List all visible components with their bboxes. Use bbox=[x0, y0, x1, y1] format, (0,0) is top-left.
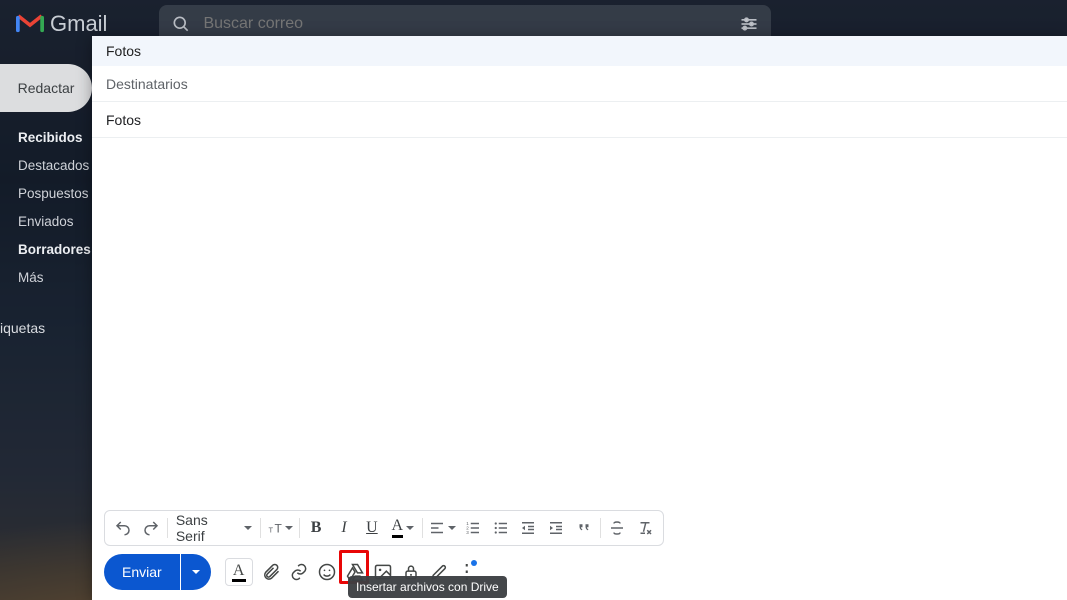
text-color-button[interactable]: A bbox=[386, 514, 420, 542]
link-icon bbox=[289, 562, 309, 582]
quote-icon bbox=[575, 519, 593, 537]
numbered-list-icon: 123 bbox=[464, 519, 482, 537]
recipients-row[interactable]: Destinatarios bbox=[92, 66, 1067, 102]
compose-title: Fotos bbox=[106, 43, 141, 59]
align-button[interactable] bbox=[425, 514, 459, 542]
italic-button[interactable]: I bbox=[330, 514, 358, 542]
sidebar-item-starred[interactable]: Destacados bbox=[0, 152, 92, 180]
search-input[interactable] bbox=[203, 15, 727, 33]
sidebar-item-snoozed[interactable]: Pospuestos bbox=[0, 180, 92, 208]
compose-button[interactable]: Redactar bbox=[0, 64, 92, 112]
numbered-list-button[interactable]: 123 bbox=[459, 514, 487, 542]
indent-more-icon bbox=[547, 519, 565, 537]
redo-button[interactable] bbox=[137, 514, 165, 542]
redo-icon bbox=[142, 519, 160, 537]
send-label: Enviar bbox=[122, 564, 162, 580]
sidebar-item-label: Más bbox=[18, 270, 44, 285]
font-size-select[interactable]: TT bbox=[263, 514, 297, 542]
bulleted-list-button[interactable] bbox=[487, 514, 515, 542]
font-family-label: Sans Serif bbox=[176, 512, 240, 544]
sidebar-item-more[interactable]: Más bbox=[0, 264, 92, 292]
sidebar-item-label: Destacados bbox=[18, 158, 89, 173]
send-row: Enviar A bbox=[92, 552, 1067, 600]
undo-button[interactable] bbox=[109, 514, 137, 542]
chevron-down-icon bbox=[406, 526, 414, 530]
separator bbox=[260, 518, 261, 538]
svg-text:3: 3 bbox=[466, 530, 469, 535]
send-button[interactable]: Enviar bbox=[104, 554, 180, 590]
tooltip-text: Insertar archivos con Drive bbox=[356, 580, 499, 594]
separator bbox=[422, 518, 423, 538]
sidebar-item-label: Recibidos bbox=[18, 130, 83, 145]
search-icon bbox=[171, 14, 191, 34]
bold-icon: B bbox=[311, 519, 322, 537]
send-button-group: Enviar bbox=[104, 554, 211, 590]
labels-header-text: iquetas bbox=[0, 320, 45, 336]
notification-badge bbox=[471, 560, 477, 566]
chevron-down-icon bbox=[285, 526, 293, 530]
indent-less-icon bbox=[519, 519, 537, 537]
sidebar-item-label: Pospuestos bbox=[18, 186, 89, 201]
gmail-logo[interactable]: Gmail bbox=[16, 11, 107, 37]
sidebar-item-inbox[interactable]: Recibidos bbox=[0, 124, 92, 152]
recipients-placeholder: Destinatarios bbox=[106, 76, 188, 92]
subject-row[interactable]: Fotos bbox=[92, 102, 1067, 138]
font-family-select[interactable]: Sans Serif bbox=[170, 514, 258, 542]
svg-text:T: T bbox=[275, 522, 283, 536]
format-toolbar: Sans Serif TT B I U A 123 bbox=[104, 510, 664, 546]
formatting-toggle-button[interactable]: A bbox=[225, 558, 253, 586]
paperclip-icon bbox=[261, 562, 281, 582]
bulleted-list-icon bbox=[492, 519, 510, 537]
sidebar: Redactar Recibidos Destacados Pospuestos… bbox=[0, 60, 92, 342]
bold-button[interactable]: B bbox=[302, 514, 330, 542]
quote-button[interactable] bbox=[570, 514, 598, 542]
compose-body[interactable] bbox=[92, 138, 1067, 510]
underline-button[interactable]: U bbox=[358, 514, 386, 542]
subject-text: Fotos bbox=[106, 112, 141, 128]
separator bbox=[299, 518, 300, 538]
chevron-down-icon bbox=[192, 570, 200, 574]
sidebar-labels-header: iquetas bbox=[0, 314, 92, 342]
gmail-wordmark: Gmail bbox=[50, 11, 107, 37]
insert-link-button[interactable] bbox=[285, 554, 313, 590]
svg-text:T: T bbox=[269, 526, 274, 535]
compose-title-bar[interactable]: Fotos bbox=[92, 36, 1067, 66]
underline-bar bbox=[232, 579, 246, 582]
sidebar-item-label: Enviados bbox=[18, 214, 74, 229]
drive-tooltip: Insertar archivos con Drive bbox=[348, 576, 507, 598]
font-size-icon: TT bbox=[267, 519, 285, 537]
undo-icon bbox=[114, 519, 132, 537]
text-a-icon: A bbox=[233, 563, 245, 579]
sidebar-item-label: Borradores bbox=[18, 242, 91, 257]
sidebar-item-drafts[interactable]: Borradores bbox=[0, 236, 92, 264]
chevron-down-icon bbox=[448, 526, 456, 530]
attach-button[interactable] bbox=[257, 554, 285, 590]
strikethrough-button[interactable] bbox=[603, 514, 631, 542]
gmail-m-icon bbox=[16, 13, 44, 35]
sidebar-item-sent[interactable]: Enviados bbox=[0, 208, 92, 236]
italic-icon: I bbox=[341, 519, 346, 537]
compose-label: Redactar bbox=[18, 80, 75, 96]
align-left-icon bbox=[428, 519, 446, 537]
send-options-button[interactable] bbox=[181, 554, 211, 590]
strikethrough-icon bbox=[608, 519, 626, 537]
chevron-down-icon bbox=[244, 526, 252, 530]
remove-format-button[interactable] bbox=[631, 514, 659, 542]
indent-more-button[interactable] bbox=[542, 514, 570, 542]
insert-emoji-button[interactable] bbox=[313, 554, 341, 590]
tune-icon[interactable] bbox=[739, 14, 759, 34]
text-color-icon: A bbox=[392, 518, 404, 538]
compose-window: Fotos Destinatarios Fotos Sans Serif TT … bbox=[92, 36, 1067, 600]
indent-less-button[interactable] bbox=[514, 514, 542, 542]
separator bbox=[600, 518, 601, 538]
separator bbox=[167, 518, 168, 538]
emoji-icon bbox=[317, 562, 337, 582]
underline-icon: U bbox=[366, 519, 378, 537]
remove-format-icon bbox=[636, 519, 654, 537]
